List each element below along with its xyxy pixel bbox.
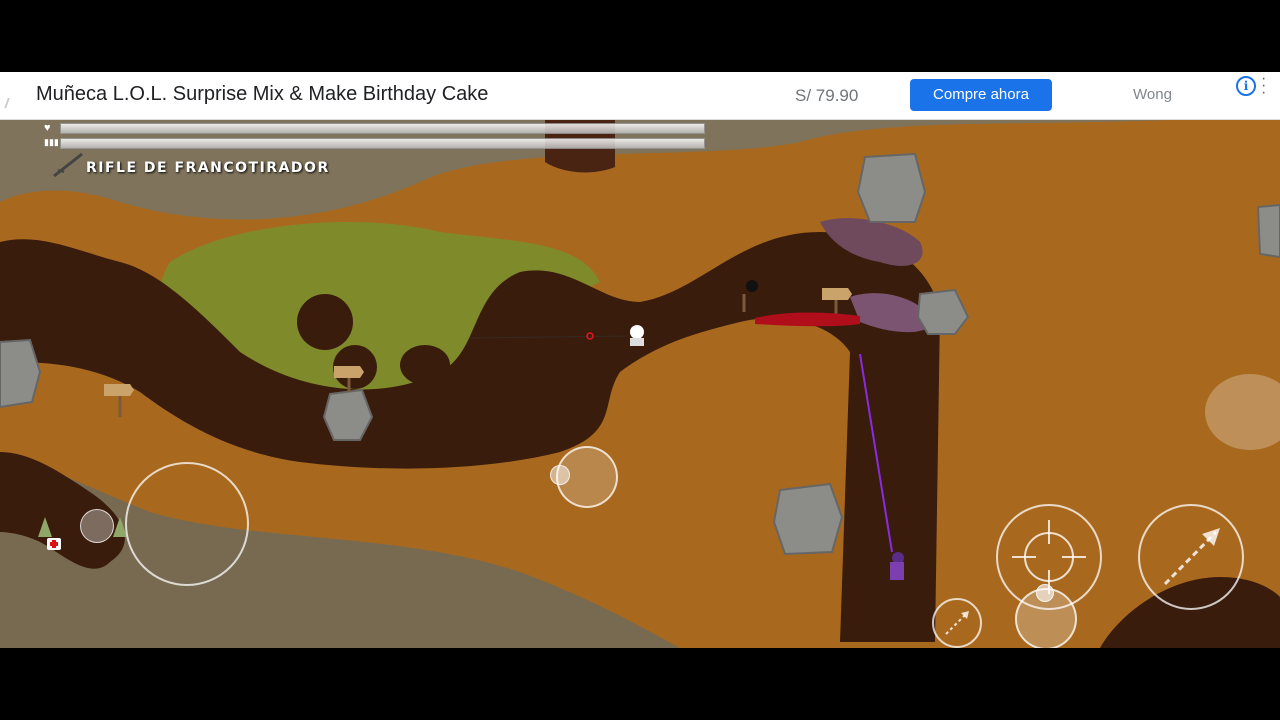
throw-button[interactable]	[1138, 504, 1244, 610]
rock	[0, 338, 42, 409]
letterbox-top	[0, 0, 1280, 72]
hole	[400, 345, 450, 385]
small-throw-button[interactable]	[932, 598, 982, 648]
rock	[856, 152, 927, 223]
game-viewport[interactable]: Muñeca L.O.L. Surprise Mix & Make Birthd…	[0, 72, 1280, 648]
ammo-bar	[60, 138, 705, 149]
rock	[1256, 203, 1280, 259]
joystick-knob[interactable]	[80, 509, 114, 543]
player-character	[630, 325, 644, 346]
structure	[1205, 374, 1280, 450]
heart-icon: ♥	[44, 122, 51, 134]
ad-seller: Wong	[1133, 86, 1172, 103]
aim-stick-knob[interactable]	[550, 465, 570, 485]
ad-corner-mark	[4, 98, 20, 108]
fire-knob[interactable]	[1036, 584, 1054, 602]
sign-post	[104, 384, 134, 417]
buy-now-button[interactable]: Compre ahora	[910, 79, 1052, 111]
ad-banner[interactable]: Muñeca L.O.L. Surprise Mix & Make Birthd…	[0, 72, 1280, 120]
rock	[322, 388, 374, 441]
joystick[interactable]	[125, 462, 249, 586]
ad-title[interactable]: Muñeca L.O.L. Surprise Mix & Make Birthd…	[36, 83, 488, 106]
more-vert-icon[interactable]: · · ·	[1261, 72, 1266, 101]
rifle-icon	[53, 152, 83, 178]
weapon-name: RIFLE DE FRANCOTIRADOR	[86, 160, 330, 176]
ad-price: S/ 79.90	[795, 86, 859, 105]
ammo-icon: ▮▮▮	[44, 137, 59, 147]
health-bar	[60, 123, 705, 134]
info-icon[interactable]: i	[1236, 76, 1256, 96]
small-throw-icon	[945, 611, 969, 635]
hole	[297, 294, 353, 350]
rock	[772, 482, 844, 556]
throw-arrow-icon	[1163, 528, 1220, 586]
letterbox-bottom	[0, 648, 1280, 720]
rock	[916, 288, 970, 335]
